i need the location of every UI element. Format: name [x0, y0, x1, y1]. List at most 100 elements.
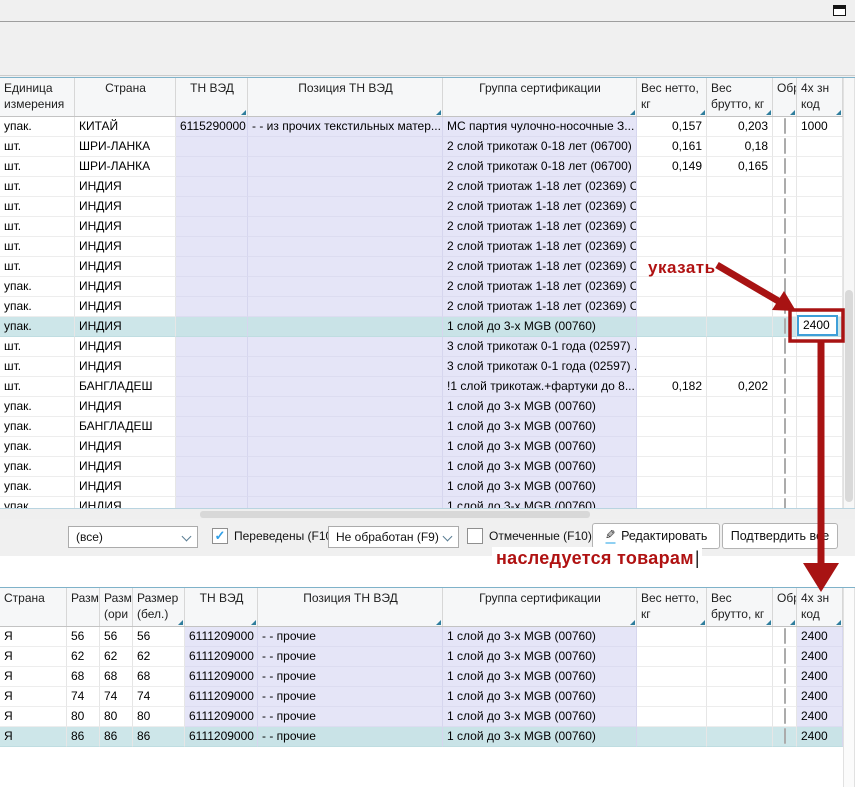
column-header-cert_group[interactable]: Группа сертификации [443, 588, 637, 626]
goods-table-vscrollbar[interactable] [843, 78, 855, 508]
row-checkbox[interactable] [784, 628, 786, 644]
table-row[interactable]: Я7474746111209000- - прочие1 слой до 3-х… [0, 687, 855, 707]
row-checkbox[interactable] [784, 418, 786, 434]
checkbox-checked-icon[interactable]: ✓ [212, 528, 228, 544]
cell-tnved [176, 437, 248, 457]
cell-processed [773, 277, 797, 297]
column-header-size[interactable]: Разм [67, 588, 100, 626]
row-checkbox[interactable] [784, 258, 786, 274]
table-row[interactable]: Я8686866111209000- - прочие1 слой до 3-х… [0, 727, 855, 747]
row-checkbox[interactable] [784, 338, 786, 354]
cell-size_orig: 74 [100, 687, 133, 707]
edit-button-label: Редактировать [621, 529, 707, 543]
table-row[interactable]: упак.БАНГЛАДЕШ1 слой до 3-х MGB (00760) [0, 417, 855, 437]
group-filter-dropdown[interactable]: (все) [68, 526, 198, 548]
cell-gross_weight [707, 397, 773, 417]
goods-table-hscrollbar[interactable] [0, 508, 855, 519]
vscrollbar-thumb[interactable] [845, 290, 853, 502]
row-checkbox[interactable] [784, 198, 786, 214]
confirm-all-button[interactable]: Подтвердить все [722, 523, 838, 549]
column-header-size_bel[interactable]: Размер (бел.) [133, 588, 185, 626]
row-checkbox[interactable] [784, 728, 786, 744]
annotation-specify-text: указать [648, 258, 716, 278]
column-header-net_weight[interactable]: Вес нетто, кг [637, 78, 707, 116]
window-restore-icon[interactable] [833, 5, 846, 16]
row-checkbox[interactable] [784, 358, 786, 374]
table-row[interactable]: шт.ИНДИЯ2 слой триотаж 1-18 лет (02369) … [0, 257, 855, 277]
column-header-net_weight[interactable]: Вес нетто, кг [637, 588, 707, 626]
table-row[interactable]: шт.ИНДИЯ2 слой триотаж 1-18 лет (02369) … [0, 197, 855, 217]
row-checkbox[interactable] [784, 178, 786, 194]
table-row[interactable]: шт.ИНДИЯ2 слой триотаж 1-18 лет (02369) … [0, 177, 855, 197]
column-header-processed[interactable]: Обр [773, 78, 797, 116]
table-row[interactable]: шт.ШРИ-ЛАНКА2 слой трикотаж 0-18 лет (06… [0, 157, 855, 177]
row-checkbox[interactable] [784, 458, 786, 474]
table-row[interactable]: упак.ИНДИЯ1 слой до 3-х MGB (00760) [0, 397, 855, 417]
row-checkbox[interactable] [784, 298, 786, 314]
sizes-table: СтранаРазмРазм (ориРазмер (бел.)ТН ВЭДПо… [0, 587, 855, 787]
table-row[interactable]: Я6262626111209000- - прочие1 слой до 3-х… [0, 647, 855, 667]
row-checkbox[interactable] [784, 708, 786, 724]
row-checkbox[interactable] [784, 668, 786, 684]
table-row[interactable]: упак.КИТАЙ6115290000- - из прочих тексти… [0, 117, 855, 137]
sizes-table-vscrollbar[interactable] [843, 588, 855, 787]
column-header-size_orig[interactable]: Разм (ори [100, 588, 133, 626]
table-row[interactable]: шт.ИНДИЯ3 слой трикотаж 0-1 года (02597)… [0, 337, 855, 357]
column-header-cert_group[interactable]: Группа сертификации [443, 78, 637, 116]
cell-tnved_position: - - прочие [258, 627, 443, 647]
code-override-input[interactable]: 2400 [797, 315, 838, 336]
row-checkbox[interactable] [784, 318, 786, 334]
table-row[interactable]: Я5656566111209000- - прочие1 слой до 3-х… [0, 627, 855, 647]
cell-tnved [176, 137, 248, 157]
cell-tnved [176, 217, 248, 237]
row-checkbox[interactable] [784, 238, 786, 254]
table-row[interactable]: шт.БАНГЛАДЕШ!1 слой трикотаж.+фартуки до… [0, 377, 855, 397]
table-row[interactable]: упак.ИНДИЯ1 слой до 3-х MGB (00760) [0, 437, 855, 457]
column-header-gross_weight[interactable]: Вес брутто, кг [707, 78, 773, 116]
cell-unit: шт. [0, 357, 75, 377]
row-checkbox[interactable] [784, 118, 786, 134]
column-header-unit[interactable]: Единица измерения [0, 78, 75, 116]
checkbox-unchecked-icon[interactable] [467, 528, 483, 544]
column-header-tnved_position[interactable]: Позиция ТН ВЭД [248, 78, 443, 116]
column-header-country[interactable]: Страна [75, 78, 176, 116]
column-header-code4[interactable]: 4х зн код [797, 588, 843, 626]
row-checkbox[interactable] [784, 218, 786, 234]
column-header-gross_weight[interactable]: Вес брутто, кг [707, 588, 773, 626]
text-caret: | [695, 548, 700, 568]
row-checkbox[interactable] [784, 158, 786, 174]
table-row[interactable]: Я8080806111209000- - прочие1 слой до 3-х… [0, 707, 855, 727]
table-row[interactable]: упак.ИНДИЯ2 слой триотаж 1-18 лет (02369… [0, 277, 855, 297]
row-checkbox[interactable] [784, 438, 786, 454]
row-checkbox[interactable] [784, 378, 786, 394]
table-row[interactable]: шт.ШРИ-ЛАНКА2 слой трикотаж 0-18 лет (06… [0, 137, 855, 157]
hscrollbar-thumb[interactable] [200, 511, 590, 518]
row-checkbox[interactable] [784, 688, 786, 704]
edit-button[interactable]: ✎ Редактировать [592, 523, 720, 549]
row-checkbox[interactable] [784, 648, 786, 664]
marked-checkbox[interactable]: Отмеченные (F10) [467, 528, 592, 544]
row-checkbox[interactable] [784, 398, 786, 414]
row-checkbox[interactable] [784, 478, 786, 494]
table-row[interactable]: шт.ИНДИЯ2 слой триотаж 1-18 лет (02369) … [0, 237, 855, 257]
column-header-code4[interactable]: 4х зн код [797, 78, 843, 116]
column-header-tnved_position[interactable]: Позиция ТН ВЭД [258, 588, 443, 626]
cell-processed [773, 197, 797, 217]
table-row[interactable]: шт.ИНДИЯ2 слой триотаж 1-18 лет (02369) … [0, 217, 855, 237]
column-header-tnved[interactable]: ТН ВЭД [176, 78, 248, 116]
cell-net_weight [637, 687, 707, 707]
pencil-icon: ✎ [605, 529, 615, 544]
table-row[interactable]: шт.ИНДИЯ3 слой трикотаж 0-1 года (02597)… [0, 357, 855, 377]
table-row[interactable]: упак.ИНДИЯ1 слой до 3-х MGB (00760) [0, 457, 855, 477]
translated-checkbox[interactable]: ✓ Переведены (F10) [212, 528, 336, 544]
column-header-tnved[interactable]: ТН ВЭД [185, 588, 258, 626]
row-checkbox[interactable] [784, 138, 786, 154]
table-row[interactable]: упак.ИНДИЯ1 слой до 3-х MGB (00760) [0, 317, 855, 337]
table-row[interactable]: упак.ИНДИЯ1 слой до 3-х MGB (00760) [0, 477, 855, 497]
row-checkbox[interactable] [784, 278, 786, 294]
column-header-processed[interactable]: Обр [773, 588, 797, 626]
status-filter-dropdown[interactable]: Не обработан (F9) [328, 526, 459, 548]
column-header-country[interactable]: Страна [0, 588, 67, 626]
table-row[interactable]: Я6868686111209000- - прочие1 слой до 3-х… [0, 667, 855, 687]
table-row[interactable]: упак.ИНДИЯ2 слой триотаж 1-18 лет (02369… [0, 297, 855, 317]
